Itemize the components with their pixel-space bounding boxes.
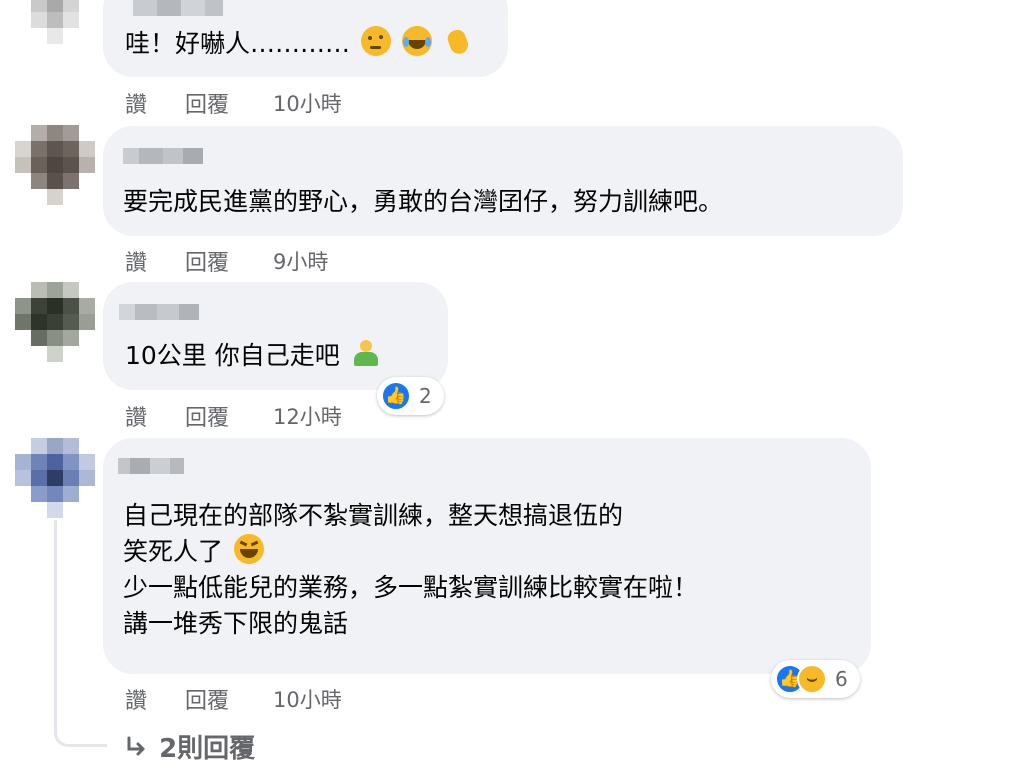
reaction-summary[interactable]: 👍 ⌣ 6 (771, 660, 860, 698)
reaction-summary[interactable]: 👍 2 (377, 377, 444, 415)
like-action[interactable]: 讚 (125, 400, 147, 432)
grinning-squinting-face-icon (233, 534, 264, 564)
reply-arrow-icon (124, 735, 150, 766)
thread-line (54, 520, 107, 747)
crying-laughing-face-icon (401, 26, 432, 56)
commenter-avatar[interactable] (15, 0, 95, 44)
reaction-count: 2 (419, 384, 432, 408)
reply-action[interactable]: 回覆 (185, 87, 229, 119)
comment-bubble: 哇！好嚇人………… (103, 0, 508, 77)
comment-line: 自己現在的部隊不紮實訓練，整天想搞退伍的 (123, 501, 624, 530)
comment-text: 10公里 你自己走吧 (125, 338, 381, 374)
thinking-face-icon (360, 26, 391, 56)
commenter-name[interactable] (123, 148, 203, 164)
view-replies-label: 2則回覆 (159, 734, 256, 764)
comment-text: 哇！好嚇人………… (125, 26, 473, 62)
like-action[interactable]: 讚 (125, 87, 147, 119)
like-reaction-icon: 👍 (381, 381, 411, 411)
haha-reaction-icon: ⌣ (797, 664, 827, 694)
commenter-name[interactable] (118, 458, 184, 474)
comment-line: 講一堆秀下限的鬼話 (123, 609, 349, 638)
like-action[interactable]: 讚 (125, 683, 147, 715)
comment-time[interactable]: 12小時 (273, 401, 342, 431)
comment-line: 笑死人了 (123, 534, 698, 570)
reply-action[interactable]: 回覆 (185, 683, 229, 715)
commenter-avatar[interactable] (15, 282, 95, 362)
comment-time[interactable]: 9小時 (273, 246, 328, 276)
like-action[interactable]: 讚 (125, 245, 147, 277)
comment-time[interactable]: 10小時 (273, 88, 342, 118)
comment-text: 自己現在的部隊不紮實訓練，整天想搞退伍的 笑死人了 少一點低能兒的業務，多一點紮… (123, 498, 698, 642)
person-shrugging-icon (351, 338, 381, 368)
comment-line: 少一點低能兒的業務，多一點紮實訓練比較實在啦！ (123, 573, 699, 602)
reply-action[interactable]: 回覆 (185, 400, 229, 432)
clapping-hands-icon (443, 26, 473, 57)
comment-bubble: 10公里 你自己走吧 (103, 282, 448, 390)
reaction-count: 6 (835, 667, 848, 691)
view-replies-link[interactable]: 2則回覆 (124, 728, 255, 765)
commenter-name[interactable] (119, 304, 199, 320)
reply-action[interactable]: 回覆 (185, 245, 229, 277)
commenter-name[interactable] (133, 0, 223, 16)
comment-bubble: 自己現在的部隊不紮實訓練，整天想搞退伍的 笑死人了 少一點低能兒的業務，多一點紮… (103, 438, 871, 674)
commenter-avatar[interactable] (15, 438, 95, 518)
comment-bubble: 要完成民進黨的野心，勇敢的台灣囝仔，努力訓練吧。 (103, 126, 903, 236)
comment-text: 要完成民進黨的野心，勇敢的台灣囝仔，努力訓練吧。 (123, 187, 724, 216)
commenter-avatar[interactable] (15, 125, 95, 205)
comment-time[interactable]: 10小時 (273, 684, 342, 714)
